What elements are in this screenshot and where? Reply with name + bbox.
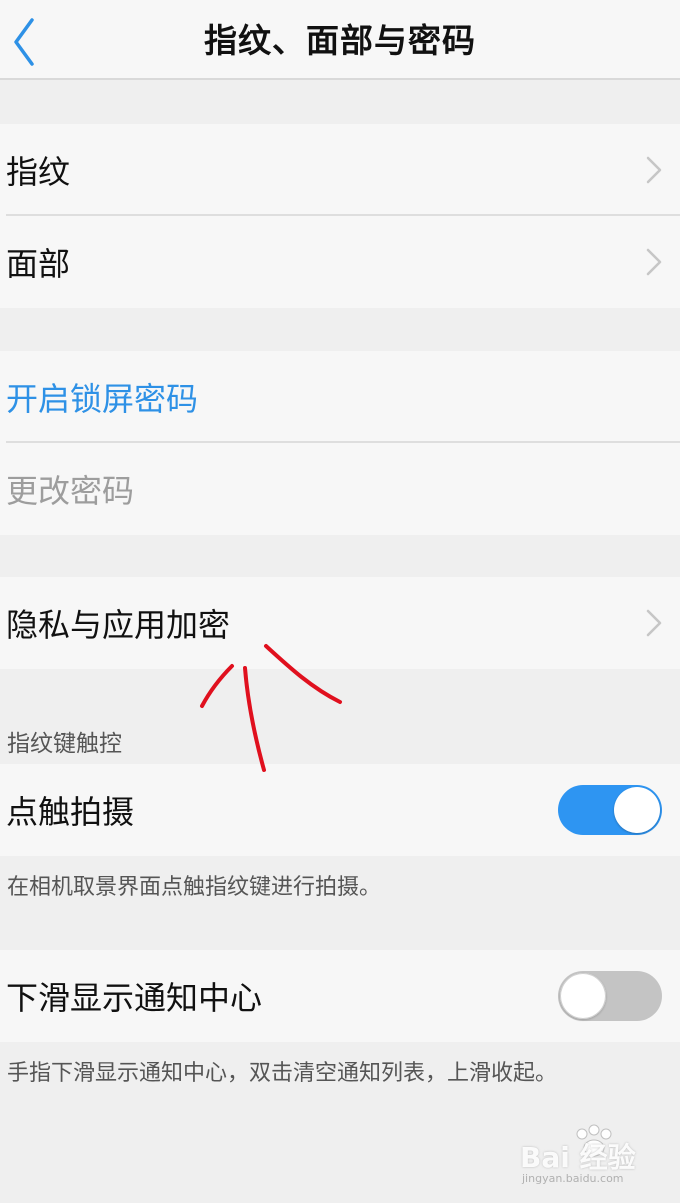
password-group: 开启锁屏密码 更改密码 [0, 351, 680, 535]
enable-lock-password-row[interactable]: 开启锁屏密码 [0, 351, 680, 443]
face-row[interactable]: 面部 [0, 216, 680, 308]
notification-note: 手指下滑显示通知中心，双击清空通知列表，上滑收起。 [7, 1061, 558, 1086]
notification-group: 下滑显示通知中心 [0, 950, 680, 1042]
tap-capture-label: 点触拍摄 [6, 793, 135, 831]
chevron-right-icon [646, 248, 662, 276]
toggle-knob [614, 787, 660, 833]
tap-capture-row: 点触拍摄 [0, 764, 680, 856]
fingerprint-row[interactable]: 指纹 [0, 124, 680, 216]
notification-row: 下滑显示通知中心 [0, 950, 680, 1042]
tap-capture-note: 在相机取景界面点触指纹键进行拍摄。 [7, 875, 382, 900]
enable-lock-password-label: 开启锁屏密码 [6, 380, 199, 418]
privacy-app-encryption-label: 隐私与应用加密 [6, 606, 231, 644]
tap-capture-toggle[interactable] [558, 785, 662, 835]
paw-icon [576, 1124, 612, 1157]
change-password-label: 更改密码 [6, 472, 135, 510]
watermark-domain: jingyan.baidu.com [522, 1172, 624, 1185]
baidu-watermark: Bai 经验 jingyan.baidu.com [520, 1124, 670, 1188]
toggle-knob [560, 973, 606, 1019]
privacy-app-encryption-row[interactable]: 隐私与应用加密 [0, 577, 680, 669]
chevron-right-icon [646, 156, 662, 184]
biometrics-group: 指纹 面部 [0, 124, 680, 308]
fingerprint-key-section-title: 指纹键触控 [7, 731, 122, 757]
nav-header: 指纹、面部与密码 [0, 0, 680, 80]
fingerprint-label: 指纹 [6, 153, 71, 191]
settings-screen: 指纹、面部与密码 指纹 面部 开启锁屏密码 更改密码 隐私与应用加密 指纹键触控… [0, 0, 680, 1203]
change-password-row: 更改密码 [0, 443, 680, 535]
tap-capture-group: 点触拍摄 [0, 764, 680, 856]
chevron-right-icon [646, 609, 662, 637]
watermark-brand: Bai 经验 [520, 1141, 636, 1174]
privacy-group: 隐私与应用加密 [0, 577, 680, 669]
notification-label: 下滑显示通知中心 [6, 979, 263, 1017]
page-title: 指纹、面部与密码 [204, 21, 476, 60]
notification-toggle[interactable] [558, 971, 662, 1021]
face-label: 面部 [6, 245, 71, 283]
